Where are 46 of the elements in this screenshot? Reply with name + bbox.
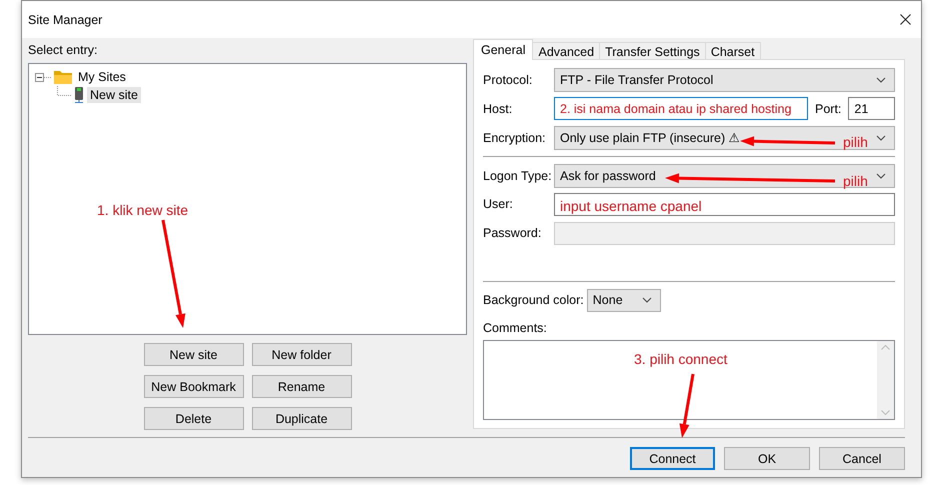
- dialog-button[interactable]: Cancel: [819, 447, 905, 470]
- field-label: Protocol:: [483, 73, 534, 87]
- annotation-text: pilih: [843, 173, 868, 189]
- tab[interactable]: General: [473, 39, 534, 60]
- tree-item[interactable]: New site: [87, 87, 141, 103]
- chevron-down-icon: [876, 172, 886, 179]
- annotation-text: 3. pilih connect: [634, 351, 728, 367]
- chevron-down-icon: [876, 134, 886, 141]
- field-label: Host:: [483, 102, 514, 116]
- port-field[interactable]: 21: [848, 97, 895, 120]
- dialog-button[interactable]: OK: [724, 447, 810, 470]
- dialog-button[interactable]: Connect: [630, 447, 715, 470]
- annotation-text: 1. klik new site: [97, 202, 188, 218]
- field-label: Comments:: [483, 321, 548, 336]
- field-label: User:: [483, 197, 514, 212]
- field-label: Port:: [815, 102, 842, 116]
- annotation-text: input username cpanel: [560, 198, 702, 214]
- entry-button[interactable]: Delete: [144, 407, 244, 430]
- folder-icon: [54, 70, 72, 84]
- tab[interactable]: Transfer Settings: [599, 42, 706, 60]
- annotation-arrow: [679, 374, 694, 438]
- tree-item[interactable]: My Sites: [75, 69, 129, 85]
- field-label: Logon Type:: [483, 168, 553, 183]
- chevron-down-icon: [876, 77, 886, 83]
- annotation-text: 2. isi nama domain atau ip shared hosting: [560, 100, 792, 117]
- tab[interactable]: Charset: [704, 42, 761, 60]
- select-entry-label: Select entry:: [28, 42, 98, 59]
- chevron-down-icon: [642, 297, 652, 304]
- user-field[interactable]: [554, 192, 895, 216]
- entry-button[interactable]: Rename: [252, 375, 352, 398]
- window-title: Site Manager: [28, 12, 102, 26]
- field-label: Background color:: [483, 293, 584, 308]
- field-label: Password:: [483, 226, 542, 240]
- protocol-dropdown[interactable]: FTP - File Transfer Protocol: [554, 68, 895, 92]
- tree-line-icon: [57, 86, 71, 96]
- entry-button[interactable]: New folder: [252, 343, 352, 366]
- close-icon[interactable]: [900, 14, 911, 25]
- entry-button[interactable]: Duplicate: [252, 407, 352, 430]
- entry-button[interactable]: New Bookmark: [144, 375, 244, 398]
- entry-button[interactable]: New site: [144, 343, 244, 366]
- server-icon: [74, 87, 84, 103]
- annotation-text: pilih: [843, 134, 868, 150]
- background-color-dropdown[interactable]: None: [586, 288, 661, 312]
- host-field[interactable]: 2. isi nama domain atau ip shared hosting: [554, 97, 808, 120]
- field-label: Encryption:: [483, 130, 547, 145]
- collapse-icon[interactable]: [35, 72, 51, 82]
